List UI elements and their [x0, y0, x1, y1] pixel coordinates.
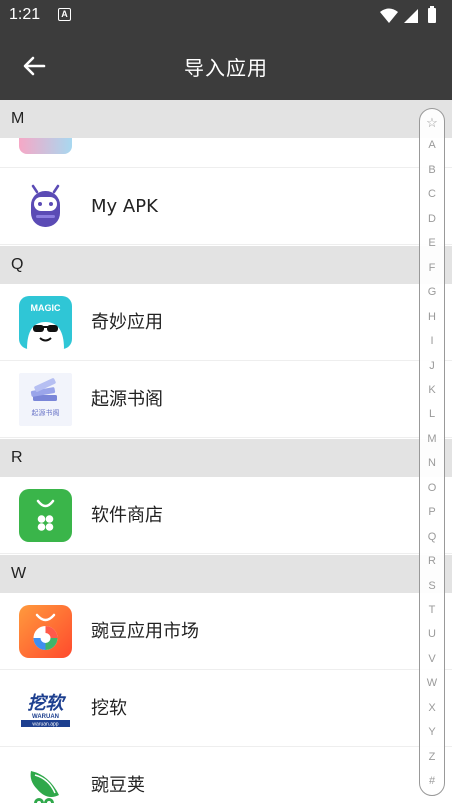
- app-name: 奇妙应用: [91, 312, 163, 333]
- app-name: 豌豆应用市场: [91, 621, 199, 642]
- index-letter[interactable]: M: [420, 433, 444, 445]
- index-letter[interactable]: T: [420, 604, 444, 616]
- list-item-myapk[interactable]: My APK: [0, 168, 452, 245]
- svg-text:起源书阁: 起源书阁: [32, 408, 60, 417]
- wifi-icon: [380, 8, 398, 23]
- system-icons: [380, 6, 436, 23]
- index-letter[interactable]: W: [420, 677, 444, 689]
- svg-text:挖软: 挖软: [28, 693, 67, 714]
- battery-icon: [428, 6, 436, 23]
- signal-icon: [404, 9, 418, 23]
- app-list[interactable]: M My APK Q MAGIC 奇妙应用 起源书阁 起源书阁 R 软件商店 W…: [0, 100, 452, 803]
- svg-text:WARUAN: WARUAN: [32, 714, 59, 720]
- index-letter[interactable]: I: [420, 335, 444, 347]
- section-header-r: R: [0, 439, 452, 477]
- index-letter[interactable]: D: [420, 213, 444, 225]
- list-item-qiyuan[interactable]: 起源书阁 起源书阁: [0, 361, 452, 438]
- index-letter[interactable]: C: [420, 188, 444, 200]
- index-letter[interactable]: F: [420, 262, 444, 274]
- myapk-robot-icon: [19, 180, 72, 233]
- index-letter[interactable]: Z: [420, 751, 444, 763]
- app-name: 起源书阁: [91, 389, 163, 410]
- app-name: 挖软: [91, 698, 127, 719]
- section-header-w: W: [0, 555, 452, 593]
- app-name: 软件商店: [91, 505, 163, 526]
- app-name: 豌豆荚: [91, 775, 145, 796]
- index-letter[interactable]: Y: [420, 726, 444, 738]
- index-letter[interactable]: S: [420, 580, 444, 592]
- list-item-store[interactable]: 软件商店: [0, 477, 452, 554]
- svg-text:MAGIC: MAGIC: [31, 303, 61, 313]
- section-header-q: Q: [0, 246, 452, 284]
- index-letter[interactable]: V: [420, 653, 444, 665]
- waruan-logo-icon: 挖软 WARUAN waruan.app: [19, 682, 72, 735]
- list-item-wandou-market[interactable]: 豌豆应用市场: [0, 593, 452, 670]
- index-letter[interactable]: A: [420, 139, 444, 151]
- index-letter[interactable]: #: [420, 775, 444, 787]
- store-bag-icon: [19, 489, 72, 542]
- status-bar: 1:21 A: [0, 0, 452, 32]
- index-star[interactable]: ☆: [420, 115, 444, 131]
- list-item-partial[interactable]: [0, 138, 452, 168]
- index-letter[interactable]: Q: [420, 531, 444, 543]
- alphabet-index[interactable]: ☆ A B C D E F G H I J K L M N O P Q R S T U V W X Y Z #: [419, 108, 445, 796]
- index-letter[interactable]: H: [420, 311, 444, 323]
- notification-icon: A: [58, 8, 71, 21]
- index-letter[interactable]: G: [420, 286, 444, 298]
- app-name: My APK: [91, 196, 158, 217]
- index-letter[interactable]: J: [420, 360, 444, 372]
- index-letter[interactable]: L: [420, 408, 444, 420]
- status-time: 1:21: [9, 6, 41, 23]
- market-bag-icon: [19, 605, 72, 658]
- index-letter[interactable]: P: [420, 506, 444, 518]
- index-letter[interactable]: O: [420, 482, 444, 494]
- app-bar: 导入应用: [0, 32, 452, 100]
- section-header-m: M: [0, 100, 452, 138]
- index-letter[interactable]: X: [420, 702, 444, 714]
- svg-text:waruan.app: waruan.app: [32, 722, 58, 728]
- book-app-icon: 起源书阁: [19, 373, 72, 426]
- index-letter[interactable]: E: [420, 237, 444, 249]
- list-item-qimiao[interactable]: MAGIC 奇妙应用: [0, 284, 452, 361]
- page-title: 导入应用: [184, 56, 268, 80]
- app-icon-partial: [19, 138, 72, 154]
- index-letter[interactable]: K: [420, 384, 444, 396]
- index-letter[interactable]: B: [420, 164, 444, 176]
- wandoujia-pea-icon: [19, 759, 72, 803]
- index-letter[interactable]: N: [420, 457, 444, 469]
- list-item-wandoujia[interactable]: 豌豆荚: [0, 747, 452, 803]
- magic-app-icon: MAGIC: [19, 296, 72, 349]
- index-letter[interactable]: R: [420, 555, 444, 567]
- list-item-waruan[interactable]: 挖软 WARUAN waruan.app 挖软: [0, 670, 452, 747]
- index-letter[interactable]: U: [420, 628, 444, 640]
